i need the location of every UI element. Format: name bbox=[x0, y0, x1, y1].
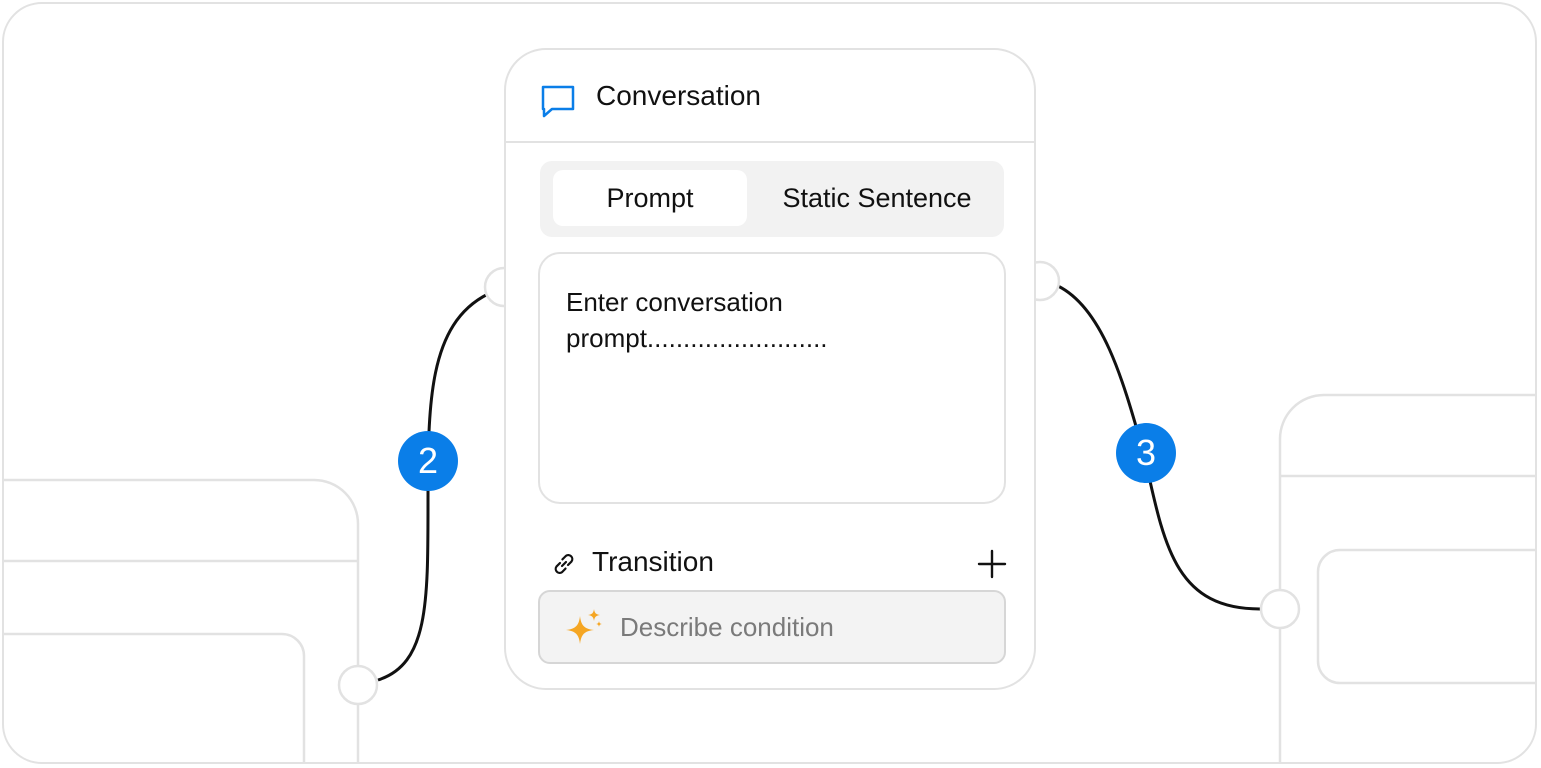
right-node-input-handle bbox=[1259, 588, 1301, 630]
transition-label: Transition bbox=[592, 546, 714, 577]
transition-section: Transition bbox=[550, 544, 1010, 584]
link-icon bbox=[554, 554, 574, 574]
left-node-output-handle bbox=[337, 664, 379, 706]
add-transition-button[interactable] bbox=[974, 546, 1010, 582]
node-header: Conversation bbox=[506, 50, 1034, 143]
left-node-inner-box bbox=[4, 632, 306, 762]
edge-2-badge[interactable]: 2 bbox=[398, 431, 458, 491]
mode-segmented-control: Prompt Static Sentence bbox=[540, 161, 1004, 237]
conversation-node[interactable]: Conversation Prompt Static Sentence Ente… bbox=[504, 48, 1036, 690]
right-node-inner-box bbox=[1316, 548, 1535, 685]
edge-3-badge[interactable]: 3 bbox=[1116, 423, 1176, 483]
condition-input[interactable]: Describe condition bbox=[538, 590, 1006, 664]
tab-static-sentence[interactable]: Static Sentence bbox=[758, 170, 996, 226]
chat-bubble-icon bbox=[541, 85, 575, 118]
prompt-textarea[interactable]: Enter conversation prompt...............… bbox=[538, 252, 1006, 504]
tab-prompt[interactable]: Prompt bbox=[553, 170, 747, 226]
prompt-text: Enter conversation prompt...............… bbox=[566, 287, 828, 353]
sparkle-icon bbox=[566, 609, 602, 644]
node-title: Conversation bbox=[596, 80, 761, 111]
condition-placeholder: Describe condition bbox=[620, 612, 834, 642]
